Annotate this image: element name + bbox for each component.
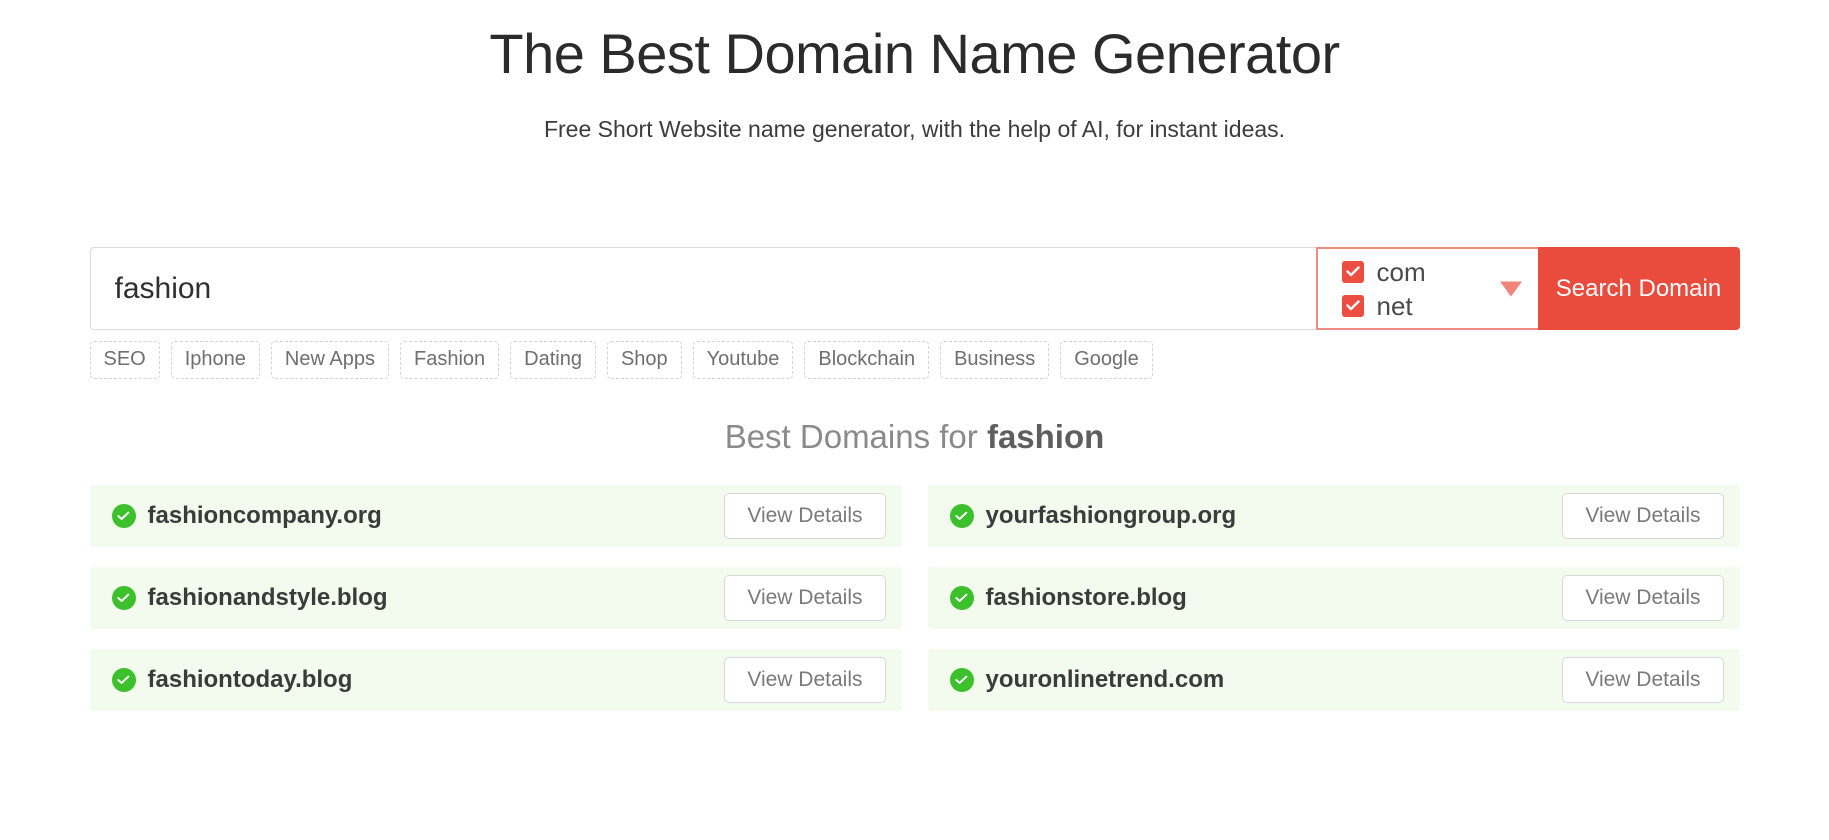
results-heading-prefix: Best Domains for — [725, 418, 987, 455]
results-heading-keyword: fashion — [987, 418, 1104, 455]
check-circle-icon — [950, 586, 974, 610]
result-info: fashionstore.blog — [950, 586, 1187, 610]
tag-business[interactable]: Business — [940, 341, 1049, 379]
domain-name: fashiontoday.blog — [148, 668, 353, 692]
table-row: fashionandstyle.blog View Details — [90, 567, 902, 629]
search-input[interactable] — [91, 248, 1316, 329]
tag-dating[interactable]: Dating — [510, 341, 596, 379]
check-circle-icon — [112, 504, 136, 528]
domain-name: yourfashiongroup.org — [986, 504, 1237, 528]
tld-selector[interactable]: com net — [1316, 247, 1538, 330]
result-info: fashionandstyle.blog — [112, 586, 388, 610]
result-info: yourfashiongroup.org — [950, 504, 1237, 528]
view-details-button[interactable]: View Details — [724, 493, 885, 539]
tag-seo[interactable]: SEO — [90, 341, 160, 379]
view-details-button[interactable]: View Details — [724, 575, 885, 621]
tag-youtube[interactable]: Youtube — [693, 341, 794, 379]
tag-shop[interactable]: Shop — [607, 341, 682, 379]
tld-option-com[interactable]: com — [1342, 259, 1426, 285]
table-row: fashiontoday.blog View Details — [90, 649, 902, 711]
table-row: fashionstore.blog View Details — [928, 567, 1740, 629]
view-details-button[interactable]: View Details — [724, 657, 885, 703]
check-circle-icon — [112, 668, 136, 692]
view-details-button[interactable]: View Details — [1562, 493, 1723, 539]
table-row: yourfashiongroup.org View Details — [928, 485, 1740, 547]
result-info: fashiontoday.blog — [112, 668, 353, 692]
checkbox-checked-icon[interactable] — [1342, 261, 1364, 283]
tag-blockchain[interactable]: Blockchain — [804, 341, 929, 379]
tld-label-com: com — [1377, 259, 1426, 285]
domain-name: fashionstore.blog — [986, 586, 1187, 610]
result-info: youronlinetrend.com — [950, 668, 1225, 692]
hero-section: The Best Domain Name Generator Free Shor… — [0, 0, 1829, 145]
domain-name: fashioncompany.org — [148, 504, 382, 528]
result-info: fashioncompany.org — [112, 504, 382, 528]
chevron-down-icon[interactable] — [1500, 281, 1522, 296]
search-bar: com net Search Domain — [90, 247, 1740, 330]
tag-google[interactable]: Google — [1060, 341, 1153, 379]
checkbox-checked-icon[interactable] — [1342, 295, 1364, 317]
domain-name: fashionandstyle.blog — [148, 586, 388, 610]
tld-label-net: net — [1377, 293, 1413, 319]
table-row: youronlinetrend.com View Details — [928, 649, 1740, 711]
domain-name: youronlinetrend.com — [986, 668, 1225, 692]
suggested-keyword-tags: SEO Iphone New Apps Fashion Dating Shop … — [90, 341, 1740, 379]
page-subtitle: Free Short Website name generator, with … — [0, 115, 1829, 145]
check-circle-icon — [950, 668, 974, 692]
results-heading: Best Domains for fashion — [0, 417, 1829, 457]
results-grid: fashioncompany.org View Details yourfash… — [90, 485, 1740, 711]
check-circle-icon — [950, 504, 974, 528]
table-row: fashioncompany.org View Details — [90, 485, 902, 547]
search-section: com net Search Domain SEO Iphone New App… — [90, 145, 1740, 379]
view-details-button[interactable]: View Details — [1562, 575, 1723, 621]
domain-generator-page: The Best Domain Name Generator Free Shor… — [0, 0, 1829, 711]
tld-option-net[interactable]: net — [1342, 293, 1426, 319]
tag-iphone[interactable]: Iphone — [171, 341, 260, 379]
search-domain-button[interactable]: Search Domain — [1538, 247, 1740, 330]
view-details-button[interactable]: View Details — [1562, 657, 1723, 703]
check-circle-icon — [112, 586, 136, 610]
tld-list: com net — [1318, 259, 1426, 319]
tag-new-apps[interactable]: New Apps — [271, 341, 389, 379]
tag-fashion[interactable]: Fashion — [400, 341, 499, 379]
page-title: The Best Domain Name Generator — [0, 20, 1829, 87]
